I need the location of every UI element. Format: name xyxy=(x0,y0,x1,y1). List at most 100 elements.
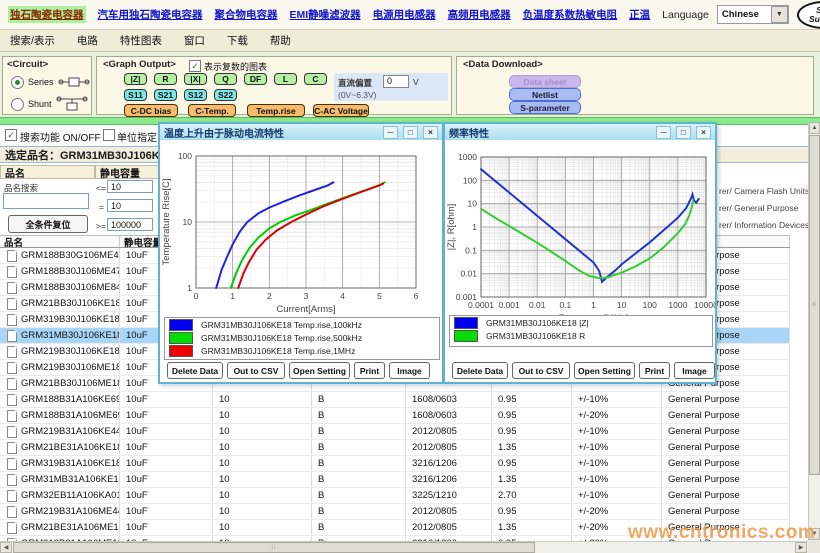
graph-button-L[interactable]: L xyxy=(274,73,297,85)
graph-button-S21[interactable]: S21 xyxy=(154,89,177,101)
radio-icon[interactable] xyxy=(11,98,24,111)
open-setting-button[interactable]: Open Setting xyxy=(289,362,350,379)
table-row[interactable]: GRM319B31A106KE1810uF10B3216/12060.95+/-… xyxy=(0,456,790,472)
open-setting-button[interactable]: Open Setting xyxy=(574,362,635,379)
table-cell: 1608/0603 xyxy=(406,392,492,407)
table-row[interactable]: GRM31MB31A106KE1810uF10B3216/12061.35+/-… xyxy=(0,472,790,488)
cell-text: 1.35 xyxy=(498,442,517,453)
nav-link[interactable]: 电源用电感器 xyxy=(373,7,436,22)
table-cell: 1.35 xyxy=(492,520,572,535)
data-download-title: <Data Download> xyxy=(463,59,543,70)
graph-button-S12[interactable]: S12 xyxy=(184,89,207,101)
print-button[interactable]: Print xyxy=(354,362,385,379)
temp-rise-titlebar[interactable]: 温度上升由于脉动电流特性 ─ □ × xyxy=(160,124,442,140)
cap-ge-input[interactable]: 100000 xyxy=(107,218,153,231)
table-cell: 1.35 xyxy=(492,440,572,455)
scroll-up-icon[interactable]: ▲ xyxy=(809,122,820,134)
table-row[interactable]: GRM32EB11A106KA0110uF10B3225/12102.70+/-… xyxy=(0,488,790,504)
graph-button-DF[interactable]: DF xyxy=(244,73,267,85)
circuit-option[interactable]: Shunt xyxy=(11,95,88,113)
close-icon[interactable]: × xyxy=(423,126,438,139)
netlist-button[interactable]: Netlist xyxy=(509,88,581,101)
nav-link[interactable]: 聚合物电容器 xyxy=(215,7,278,22)
menu-item[interactable]: 窗口 xyxy=(184,33,205,48)
vertical-scroll-thumb[interactable]: ≡ xyxy=(809,135,820,475)
table-row[interactable]: GRM21BE31A106KE1810uF10B2012/08051.35+/-… xyxy=(0,440,790,456)
table-row[interactable]: GRM188B31A106ME6910uF10B1608/06030.95+/-… xyxy=(0,408,790,424)
name-filter-header[interactable]: 品名 xyxy=(0,165,95,179)
application-list-item[interactable]: rer/ Camera Flash Units xyxy=(719,186,809,196)
table-cell: GRM188B30G106ME46 xyxy=(0,248,120,263)
graph-button-C-AC-Voltage[interactable]: C-AC Voltage xyxy=(313,104,369,117)
table-header-cell[interactable]: 品名 xyxy=(0,236,120,247)
name-search-input[interactable] xyxy=(3,193,89,209)
simsurfing-logo: SimSurfing xyxy=(797,1,820,29)
graph-button-Q[interactable]: Q xyxy=(214,73,237,85)
vertical-scrollbar[interactable]: ▲ ≡ ▼ xyxy=(808,122,820,541)
chevron-down-icon[interactable]: ▼ xyxy=(771,6,788,23)
minimize-icon[interactable]: ─ xyxy=(383,126,398,139)
search-toggle-checkbox[interactable]: ✓ xyxy=(5,129,17,141)
print-button[interactable]: Print xyxy=(639,362,670,379)
maximize-icon[interactable]: □ xyxy=(676,126,691,139)
s-parameter-button[interactable]: S-parameter xyxy=(509,101,581,114)
graph-button-S11[interactable]: S11 xyxy=(124,89,147,101)
menu-item[interactable]: 电路 xyxy=(77,33,98,48)
graph-button-C-DC-bias[interactable]: C-DC bias xyxy=(124,104,178,117)
graph-button-X[interactable]: |X| xyxy=(184,73,207,85)
graph-button-C[interactable]: C xyxy=(304,73,327,85)
radio-icon[interactable] xyxy=(11,76,24,89)
menu-item[interactable]: 特性图表 xyxy=(120,33,162,48)
menu-item[interactable]: 搜索/表示 xyxy=(10,33,55,48)
table-row[interactable]: GRM219B31A106KE4410uF10B2012/08050.95+/-… xyxy=(0,424,790,440)
application-list-item[interactable]: rer/ Information Devices xyxy=(719,220,809,230)
cell-text: B xyxy=(318,426,324,437)
circuit-option[interactable]: Series xyxy=(11,73,90,91)
temp-rise-window: 温度上升由于脉动电流特性 ─ □ × 1001010123456Current[… xyxy=(158,122,444,384)
table-row[interactable]: GRM188B31A106KE6910uF10B1608/06030.95+/-… xyxy=(0,392,790,408)
image-button[interactable]: Image xyxy=(389,362,430,379)
application-list-item[interactable]: rer/ General Purpose xyxy=(719,203,809,213)
delete-data-button[interactable]: Delete Data xyxy=(452,362,508,379)
reset-all-button[interactable]: 全条件复位 xyxy=(8,215,88,233)
svg-text:0.001: 0.001 xyxy=(498,300,520,310)
dc-bias-input[interactable]: 0 xyxy=(383,75,409,88)
menu-item[interactable]: 帮助 xyxy=(270,33,291,48)
table-cell: B xyxy=(312,424,406,439)
cell-text: 10uF xyxy=(126,346,148,357)
graph-button-C-Temp-[interactable]: C-Temp. xyxy=(188,104,236,117)
scroll-left-icon[interactable]: ◀ xyxy=(0,542,12,553)
cell-text: +/-10% xyxy=(578,490,608,501)
nav-link[interactable]: 负温度系数热敏电阻 xyxy=(523,7,618,22)
maximize-icon[interactable]: □ xyxy=(403,126,418,139)
cap-eq-input[interactable]: 10 xyxy=(107,199,153,212)
table-cell: GRM319B31A106KE18 xyxy=(0,456,120,471)
delete-data-button[interactable]: Delete Data xyxy=(167,362,223,379)
frequency-titlebar[interactable]: 频率特性 ─ □ × xyxy=(445,124,715,140)
close-icon[interactable]: × xyxy=(696,126,711,139)
minimize-icon[interactable]: ─ xyxy=(656,126,671,139)
cap-le-input[interactable]: 10 xyxy=(107,180,153,193)
horizontal-scroll-thumb[interactable]: ⁞⁞ xyxy=(13,542,535,553)
cell-text: 10uF xyxy=(126,410,148,421)
graph-button-R[interactable]: R xyxy=(154,73,177,85)
graph-button-Z[interactable]: |Z| xyxy=(124,73,147,85)
nav-link[interactable]: EMI静噪滤波器 xyxy=(290,7,361,22)
nav-link[interactable]: 汽车用独石陶瓷电容器 xyxy=(98,7,203,22)
nav-link[interactable]: 高频用电感器 xyxy=(448,7,511,22)
nav-link[interactable]: 正温 xyxy=(629,7,650,22)
graph-button-Temp-rise[interactable]: Temp.rise xyxy=(247,104,305,117)
nav-link[interactable]: 独石陶瓷电容器 xyxy=(8,6,86,23)
legend-label: GRM31MB30J106KE18 |Z| xyxy=(486,318,589,328)
out-to-csv-button[interactable]: Out to CSV xyxy=(227,362,285,379)
menu-item[interactable]: 下载 xyxy=(227,33,248,48)
table-row[interactable]: GRM219B31A106ME4410uF10B2012/08050.95+/-… xyxy=(0,504,790,520)
table-cell: General Purpose xyxy=(662,392,790,407)
language-select[interactable]: Chinese ▼ xyxy=(717,5,789,24)
complex-graph-checkbox[interactable]: ✓ xyxy=(189,60,201,72)
dc-bias-unit: V xyxy=(413,77,419,87)
graph-button-S22[interactable]: S22 xyxy=(214,89,237,101)
unit-checkbox[interactable] xyxy=(103,129,115,141)
out-to-csv-button[interactable]: Out to CSV xyxy=(512,362,570,379)
image-button[interactable]: Image xyxy=(674,362,715,379)
